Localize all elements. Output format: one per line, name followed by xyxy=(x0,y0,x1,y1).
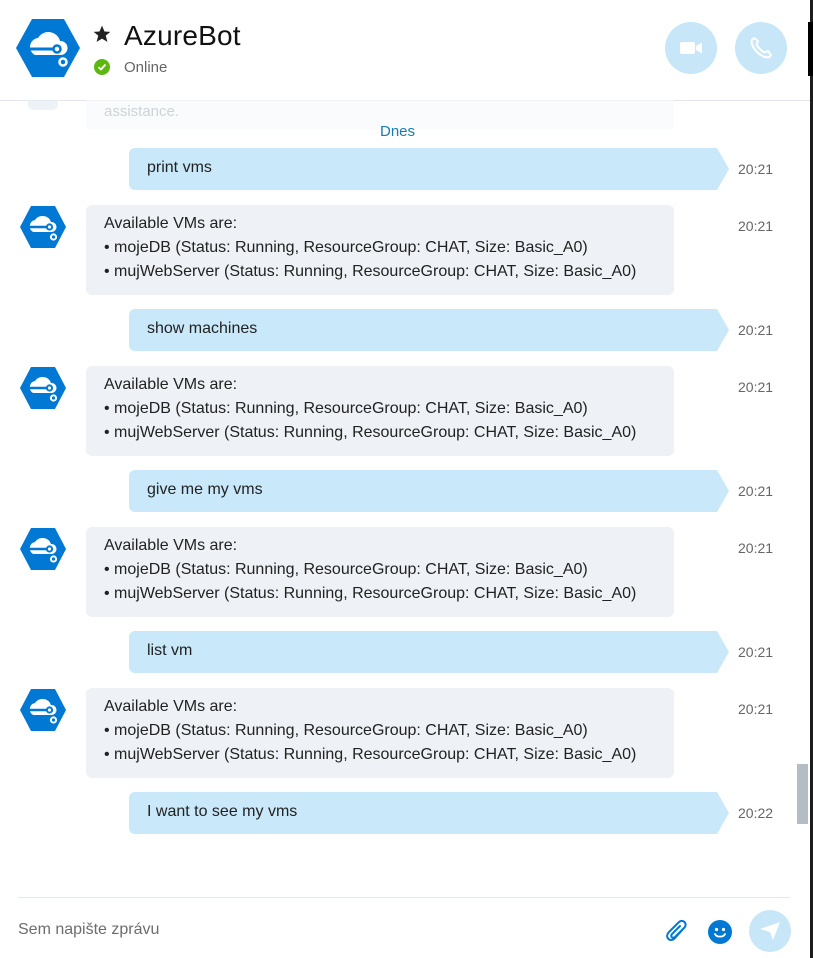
message-text: give me my vms xyxy=(147,481,263,498)
azure-bot-avatar[interactable] xyxy=(16,18,80,78)
message-heading: Available VMs are: xyxy=(104,376,238,393)
outgoing-message[interactable]: show machines xyxy=(129,309,729,351)
message-timestamp: 20:21 xyxy=(738,322,774,338)
phone-icon xyxy=(750,37,772,59)
message-heading: Available VMs are: xyxy=(104,698,238,715)
previous-message-fragment: assistance. xyxy=(104,103,180,120)
chat-header: AzureBot Online xyxy=(0,0,810,101)
outgoing-message[interactable]: give me my vms xyxy=(129,470,729,512)
video-camera-icon xyxy=(680,42,702,54)
incoming-message[interactable]: Available VMs are: • mojeDB (Status: Runn… xyxy=(86,366,674,456)
message-timestamp: 20:21 xyxy=(738,379,774,395)
vm-list-item: • mujWebServer (Status: Running, Resourc… xyxy=(104,585,637,602)
scrollbar-thumb[interactable] xyxy=(797,764,808,824)
window-edge-dark xyxy=(808,22,813,76)
bot-avatar[interactable] xyxy=(20,688,66,732)
online-status-icon xyxy=(94,59,110,75)
message-text: list vm xyxy=(147,642,193,659)
incoming-message[interactable]: Available VMs are: • mojeDB (Status: Runn… xyxy=(86,527,674,617)
incoming-message[interactable]: Available VMs are: • mojeDB (Status: Runn… xyxy=(86,205,674,295)
bot-avatar[interactable] xyxy=(20,527,66,571)
send-button[interactable] xyxy=(749,910,791,952)
outgoing-message[interactable]: print vms xyxy=(129,148,729,190)
bot-avatar[interactable] xyxy=(20,205,66,249)
vm-list-item: • mojeDB (Status: Running, ResourceGroup… xyxy=(104,722,588,739)
vm-list-item: • mujWebServer (Status: Running, Resourc… xyxy=(104,746,637,763)
message-timestamp: 20:21 xyxy=(738,218,774,234)
vm-list-item: • mujWebServer (Status: Running, Resourc… xyxy=(104,424,637,441)
message-timestamp: 20:21 xyxy=(738,161,774,177)
message-timestamp: 20:21 xyxy=(738,483,774,499)
vm-list-item: • mojeDB (Status: Running, ResourceGroup… xyxy=(104,239,588,256)
audio-call-button[interactable] xyxy=(735,22,787,74)
vm-list-item: • mojeDB (Status: Running, ResourceGroup… xyxy=(104,400,588,417)
vm-list-item: • mojeDB (Status: Running, ResourceGroup… xyxy=(104,561,588,578)
message-text: print vms xyxy=(147,159,212,176)
presence-status: Online xyxy=(124,59,168,76)
emoji-icon[interactable] xyxy=(708,920,732,944)
bot-avatar[interactable] xyxy=(20,366,66,410)
vm-list-item: • mujWebServer (Status: Running, Resourc… xyxy=(104,263,637,280)
message-heading: Available VMs are: xyxy=(104,215,238,232)
message-timestamp: 20:22 xyxy=(738,805,774,821)
message-text: show machines xyxy=(147,320,258,337)
outgoing-message[interactable]: I want to see my vms xyxy=(129,792,729,834)
incoming-message[interactable]: Available VMs are: • mojeDB (Status: Runn… xyxy=(86,688,674,778)
message-timestamp: 20:21 xyxy=(738,644,774,660)
composer-divider xyxy=(18,897,790,898)
message-timestamp: 20:21 xyxy=(738,540,774,556)
outgoing-message[interactable]: list vm xyxy=(129,631,729,673)
message-heading: Available VMs are: xyxy=(104,537,238,554)
contact-name[interactable]: AzureBot xyxy=(124,20,241,52)
bot-avatar xyxy=(28,100,58,110)
star-icon[interactable] xyxy=(92,24,112,44)
video-call-button[interactable] xyxy=(665,22,717,74)
message-input[interactable] xyxy=(18,918,618,942)
paperclip-icon[interactable] xyxy=(664,918,690,946)
send-icon xyxy=(760,922,780,940)
day-separator: Dnes xyxy=(379,123,416,140)
message-text: I want to see my vms xyxy=(147,803,298,820)
message-timestamp: 20:21 xyxy=(738,701,774,717)
